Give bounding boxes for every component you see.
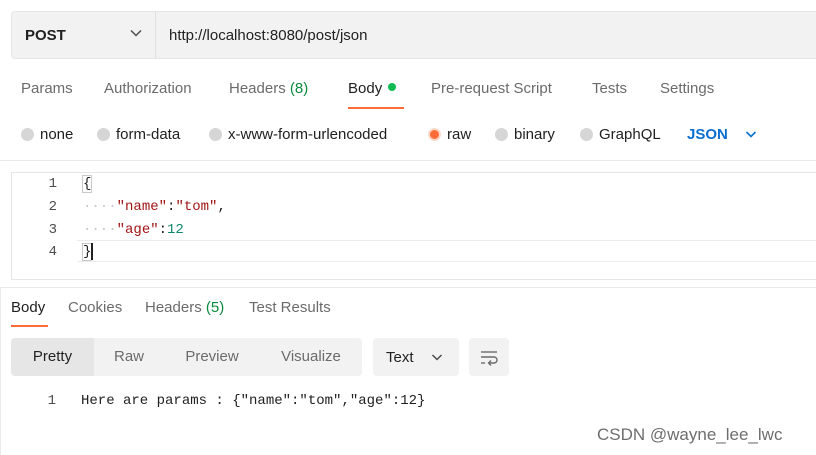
radio-label: binary <box>514 126 555 143</box>
response-tab-cookies[interactable]: Cookies <box>68 299 122 316</box>
response-left-border <box>0 287 1 455</box>
divider <box>0 160 816 161</box>
url-input[interactable]: http://localhost:8080/post/json <box>169 27 367 44</box>
radio-raw[interactable]: raw <box>428 126 471 146</box>
code-line-2: ····"name":"tom", <box>83 199 226 215</box>
response-tab-body[interactable]: Body <box>11 299 45 316</box>
tab-headers[interactable]: Headers (8) <box>229 80 308 97</box>
radio-form-data[interactable]: form-data <box>97 126 180 146</box>
line-number: 3 <box>48 222 57 238</box>
response-format-select[interactable]: Text <box>373 338 459 376</box>
radio-button <box>21 128 34 141</box>
format-label: Text <box>386 349 414 366</box>
method-label: POST <box>25 27 66 44</box>
active-line-highlight <box>77 240 816 262</box>
indent-whitespace: ···· <box>83 222 117 238</box>
response-tab-headers-label: Headers <box>145 299 202 316</box>
chevron-down-icon[interactable] <box>745 128 757 140</box>
active-tab-indicator <box>348 107 404 109</box>
tab-pre-request-script[interactable]: Pre-request Script <box>431 80 552 97</box>
response-body-text: Here are params : {"name":"tom","age":12… <box>81 393 426 409</box>
radio-label: none <box>40 126 74 143</box>
response-tab-test-results[interactable]: Test Results <box>249 299 331 316</box>
line-number: 1 <box>48 176 57 192</box>
tab-headers-count: (8) <box>289 80 309 97</box>
response-tab-headers-count: (5) <box>205 299 225 316</box>
radio-none[interactable]: none <box>21 126 73 146</box>
chevron-down-icon <box>130 29 142 37</box>
radio-button <box>209 128 222 141</box>
radio-button <box>97 128 110 141</box>
indent-whitespace: ···· <box>83 199 117 215</box>
tab-params[interactable]: Params <box>21 80 73 97</box>
raw-language-select[interactable]: JSON <box>687 126 728 143</box>
code-line-3: ····"age":12 <box>83 222 184 238</box>
radio-button <box>495 128 508 141</box>
wrap-lines-button[interactable] <box>469 338 509 376</box>
view-preview[interactable]: Preview <box>164 338 260 376</box>
json-comma: , <box>217 199 226 215</box>
radio-label: raw <box>447 126 472 143</box>
tab-body[interactable]: Body <box>348 80 397 97</box>
wrap-lines-icon <box>481 351 498 366</box>
radio-x-www-form-urlencoded[interactable]: x-www-form-urlencoded <box>209 126 387 146</box>
body-indicator-dot <box>388 83 397 91</box>
view-mode-selector: Pretty Raw Preview Visualize <box>11 338 362 376</box>
response-line-number: 1 <box>47 393 56 409</box>
radio-label: form-data <box>116 126 181 143</box>
tab-settings[interactable]: Settings <box>660 80 714 97</box>
radio-graphql[interactable]: GraphQL <box>580 126 661 146</box>
json-key: "name" <box>116 199 168 215</box>
text-cursor <box>91 243 93 260</box>
json-key: "age" <box>116 222 159 238</box>
view-pretty[interactable]: Pretty <box>11 338 94 376</box>
json-colon: : <box>158 222 168 238</box>
tab-headers-label: Headers <box>229 80 286 97</box>
method-select[interactable]: POST <box>12 12 156 58</box>
response-tab-headers[interactable]: Headers (5) <box>145 299 224 316</box>
tab-tests[interactable]: Tests <box>592 80 627 97</box>
active-response-tab-indicator <box>11 325 48 327</box>
code-line-1: { <box>81 175 93 193</box>
view-visualize[interactable]: Visualize <box>260 338 362 376</box>
radio-button <box>580 128 593 141</box>
radio-label: GraphQL <box>599 126 661 143</box>
line-number: 4 <box>48 244 57 260</box>
request-url-bar: POST http://localhost:8080/post/json <box>11 11 816 59</box>
json-string-value: "tom" <box>175 199 218 215</box>
watermark: CSDN @wayne_lee_lwc <box>597 425 783 444</box>
open-brace: { <box>81 175 93 193</box>
radio-label: x-www-form-urlencoded <box>228 126 388 143</box>
line-number: 2 <box>48 199 57 215</box>
radio-binary[interactable]: binary <box>495 126 555 146</box>
radio-button-selected <box>428 128 441 141</box>
tab-authorization[interactable]: Authorization <box>104 80 192 97</box>
response-divider <box>0 287 816 288</box>
tab-body-label: Body <box>348 80 383 97</box>
json-number-value: 12 <box>167 222 184 238</box>
chevron-down-icon <box>431 354 443 361</box>
view-raw[interactable]: Raw <box>94 338 164 376</box>
